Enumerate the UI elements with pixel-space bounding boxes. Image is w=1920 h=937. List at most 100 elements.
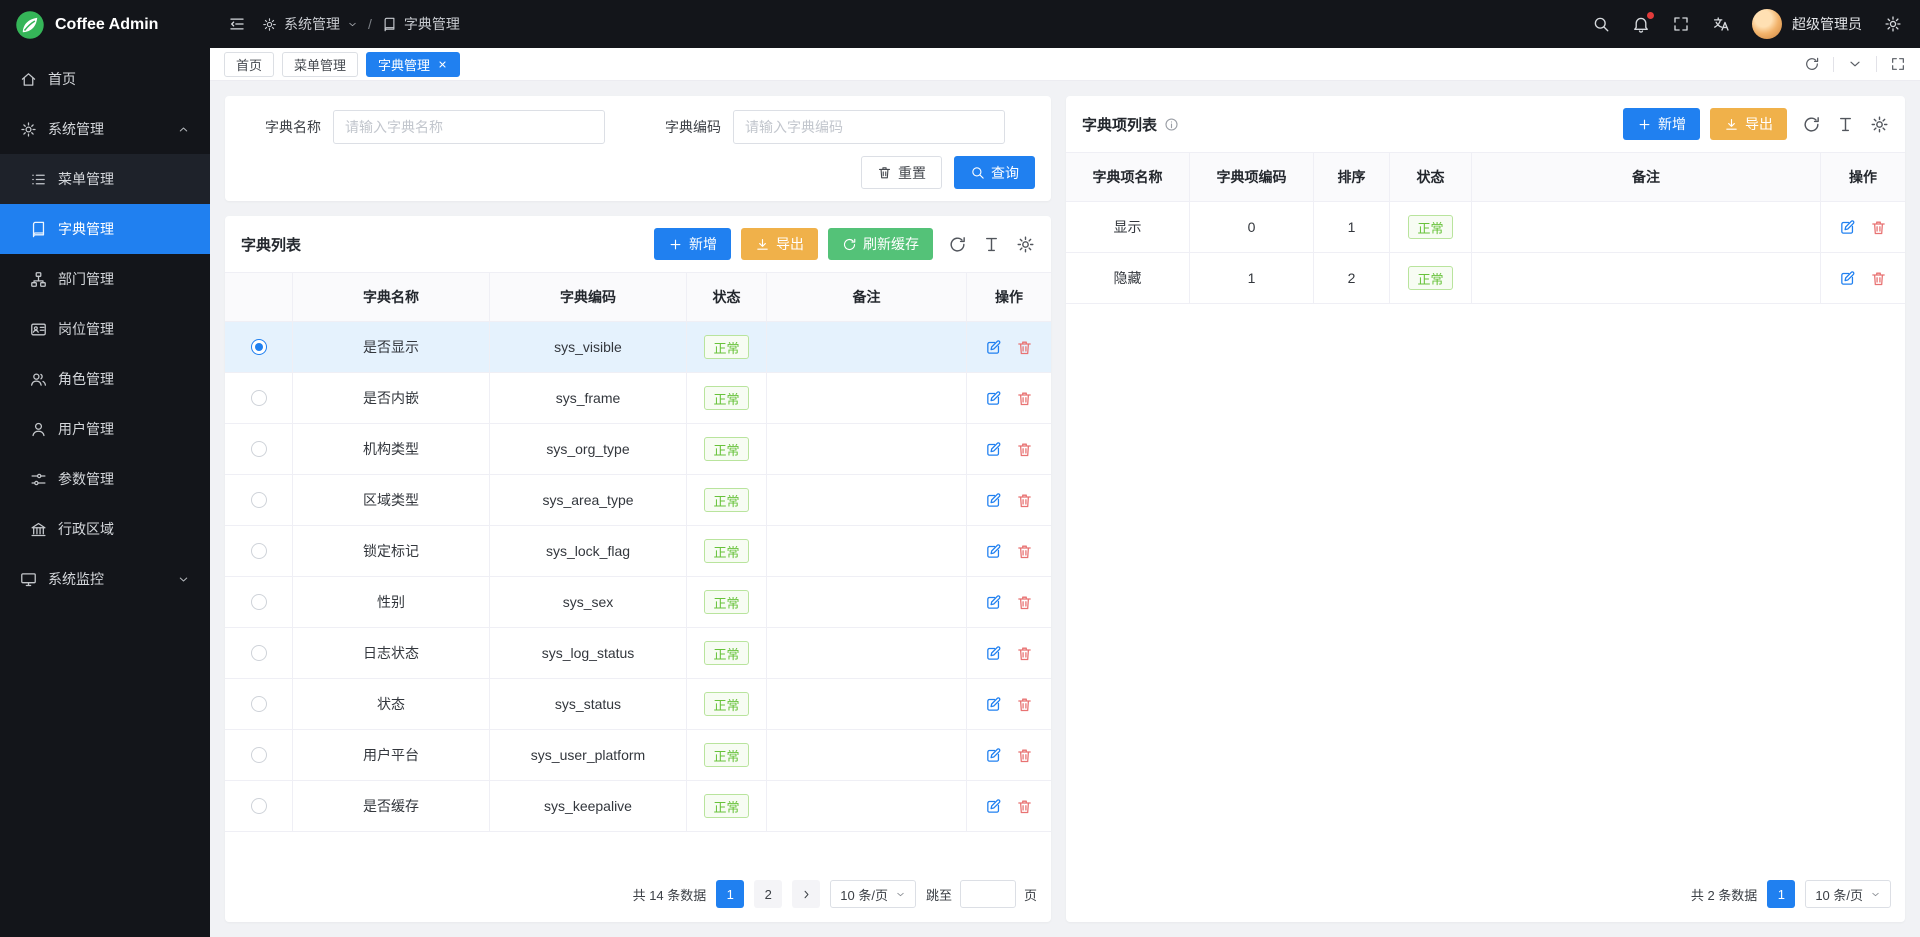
fullscreen-icon[interactable] xyxy=(1672,15,1690,33)
table-row[interactable]: 显示 0 1 正常 xyxy=(1066,202,1905,253)
close-tab-icon[interactable] xyxy=(437,59,448,70)
row-radio[interactable] xyxy=(251,594,267,610)
reset-button[interactable]: 重置 xyxy=(861,156,942,189)
sidebar-item-role-mgmt[interactable]: 角色管理 xyxy=(0,354,210,404)
row-radio[interactable] xyxy=(251,645,267,661)
dict-code-cell: sys_sex xyxy=(490,577,687,627)
settings-gear-icon[interactable] xyxy=(1884,15,1902,33)
sidebar-group-system[interactable]: 系统管理 xyxy=(0,104,210,154)
tab-options-chevron-icon[interactable] xyxy=(1847,56,1863,72)
table-row[interactable]: 是否显示 sys_visible 正常 xyxy=(225,322,1051,373)
row-radio[interactable] xyxy=(251,696,267,712)
app-logo[interactable]: Coffee Admin xyxy=(0,0,210,50)
edit-icon[interactable] xyxy=(985,543,1002,560)
row-radio[interactable] xyxy=(251,339,267,355)
user-name[interactable]: 超级管理员 xyxy=(1792,14,1862,34)
add-dict-button[interactable]: 新增 xyxy=(654,228,731,260)
search-icon[interactable] xyxy=(1592,15,1610,33)
edit-icon[interactable] xyxy=(985,645,1002,662)
export-dict-button[interactable]: 导出 xyxy=(741,228,818,260)
delete-icon[interactable] xyxy=(1016,339,1033,356)
edit-icon[interactable] xyxy=(985,594,1002,611)
edit-icon[interactable] xyxy=(985,339,1002,356)
table-row[interactable]: 机构类型 sys_org_type 正常 xyxy=(225,424,1051,475)
tab-dict-mgmt[interactable]: 字典管理 xyxy=(366,52,460,77)
page-button-1[interactable]: 1 xyxy=(1767,880,1795,908)
row-radio[interactable] xyxy=(251,747,267,763)
edit-icon[interactable] xyxy=(985,798,1002,815)
page-button-1[interactable]: 1 xyxy=(716,880,744,908)
delete-icon[interactable] xyxy=(1016,696,1033,713)
delete-icon[interactable] xyxy=(1016,390,1033,407)
table-row[interactable]: 用户平台 sys_user_platform 正常 xyxy=(225,730,1051,781)
delete-icon[interactable] xyxy=(1870,219,1887,236)
breadcrumb-current[interactable]: 字典管理 xyxy=(404,14,460,34)
table-settings-gear-icon[interactable] xyxy=(1016,235,1035,254)
sidebar-item-post-mgmt[interactable]: 岗位管理 xyxy=(0,304,210,354)
edit-icon[interactable] xyxy=(985,492,1002,509)
table-density-icon[interactable] xyxy=(982,235,1001,254)
avatar[interactable] xyxy=(1752,9,1782,39)
delete-icon[interactable] xyxy=(1016,747,1033,764)
table-row[interactable]: 状态 sys_status 正常 xyxy=(225,679,1051,730)
table-settings-gear-icon[interactable] xyxy=(1870,115,1889,134)
dict-name-input[interactable] xyxy=(333,110,605,144)
table-row[interactable]: 日志状态 sys_log_status 正常 xyxy=(225,628,1051,679)
dict-code-input[interactable] xyxy=(733,110,1005,144)
row-radio[interactable] xyxy=(251,390,267,406)
table-row[interactable]: 是否缓存 sys_keepalive 正常 xyxy=(225,781,1051,832)
table-row[interactable]: 隐藏 1 2 正常 xyxy=(1066,253,1905,304)
refresh-cache-button[interactable]: 刷新缓存 xyxy=(828,228,933,260)
column-header: 状态 xyxy=(1390,153,1472,201)
sidebar-group-monitor[interactable]: 系统监控 xyxy=(0,554,210,604)
page-size-select[interactable]: 10 条/页 xyxy=(1805,880,1891,908)
row-radio[interactable] xyxy=(251,543,267,559)
delete-icon[interactable] xyxy=(1016,492,1033,509)
jump-page-input[interactable] xyxy=(960,880,1016,908)
row-radio[interactable] xyxy=(251,441,267,457)
tab-menu-mgmt[interactable]: 菜单管理 xyxy=(282,52,358,77)
sidebar-item-user-mgmt[interactable]: 用户管理 xyxy=(0,404,210,454)
edit-icon[interactable] xyxy=(985,696,1002,713)
table-row[interactable]: 是否内嵌 sys_frame 正常 xyxy=(225,373,1051,424)
edit-icon[interactable] xyxy=(1839,270,1856,287)
table-row[interactable]: 区域类型 sys_area_type 正常 xyxy=(225,475,1051,526)
delete-icon[interactable] xyxy=(1016,543,1033,560)
delete-icon[interactable] xyxy=(1016,798,1033,815)
page-button-2[interactable]: 2 xyxy=(754,880,782,908)
edit-icon[interactable] xyxy=(985,390,1002,407)
reload-table-icon[interactable] xyxy=(948,235,967,254)
notifications-bell-icon[interactable] xyxy=(1632,15,1650,33)
edit-icon[interactable] xyxy=(1839,219,1856,236)
table-density-icon[interactable] xyxy=(1836,115,1855,134)
translate-icon[interactable] xyxy=(1712,15,1730,33)
edit-icon[interactable] xyxy=(985,747,1002,764)
query-button[interactable]: 查询 xyxy=(954,156,1035,189)
sidebar-toggle-icon[interactable] xyxy=(228,15,246,33)
delete-icon[interactable] xyxy=(1016,594,1033,611)
sidebar-item-menu-mgmt[interactable]: 菜单管理 xyxy=(0,154,210,204)
sidebar-item-region-mgmt[interactable]: 行政区域 xyxy=(0,504,210,554)
info-icon[interactable] xyxy=(1164,117,1179,132)
sidebar-item-param-mgmt[interactable]: 参数管理 xyxy=(0,454,210,504)
table-row[interactable]: 性别 sys_sex 正常 xyxy=(225,577,1051,628)
content-fullscreen-icon[interactable] xyxy=(1890,56,1906,72)
row-radio[interactable] xyxy=(251,492,267,508)
table-row[interactable]: 锁定标记 sys_lock_flag 正常 xyxy=(225,526,1051,577)
sidebar-item-home[interactable]: 首页 xyxy=(0,54,210,104)
reload-table-icon[interactable] xyxy=(1802,115,1821,134)
delete-icon[interactable] xyxy=(1016,645,1033,662)
edit-icon[interactable] xyxy=(985,441,1002,458)
delete-icon[interactable] xyxy=(1016,441,1033,458)
sidebar-item-dept-mgmt[interactable]: 部门管理 xyxy=(0,254,210,304)
page-size-select[interactable]: 10 条/页 xyxy=(830,880,916,908)
next-page-button[interactable] xyxy=(792,880,820,908)
refresh-tabs-icon[interactable] xyxy=(1804,56,1820,72)
export-dict-item-button[interactable]: 导出 xyxy=(1710,108,1787,140)
row-radio[interactable] xyxy=(251,798,267,814)
sidebar-item-dict-mgmt[interactable]: 字典管理 xyxy=(0,204,210,254)
breadcrumb-parent[interactable]: 系统管理 xyxy=(284,14,340,34)
add-dict-item-button[interactable]: 新增 xyxy=(1623,108,1700,140)
delete-icon[interactable] xyxy=(1870,270,1887,287)
tab-home[interactable]: 首页 xyxy=(224,52,274,77)
